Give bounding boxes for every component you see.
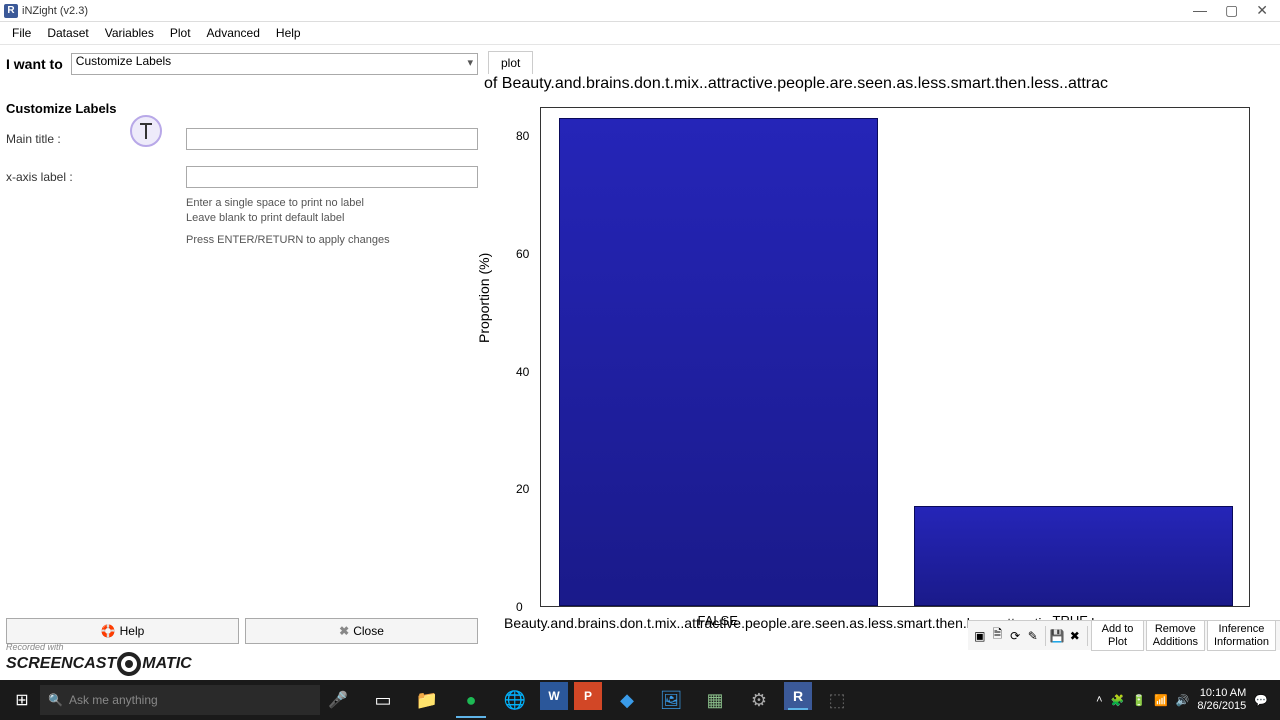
iwant-label: I want to <box>6 56 63 72</box>
spotify-icon[interactable]: ● <box>452 682 490 718</box>
app-icon-2[interactable]: 🖼 <box>652 682 690 718</box>
tray-up-icon[interactable]: ˄ <box>1096 694 1102 706</box>
y-tick: 20 <box>516 482 529 496</box>
cursor-indicator-icon <box>130 115 162 147</box>
plot-panel: plot of Beauty.and.brains.don.t.mix..att… <box>484 45 1280 650</box>
y-tick: 80 <box>516 129 529 143</box>
y-tick: 60 <box>516 247 529 261</box>
menu-variables[interactable]: Variables <box>97 23 162 43</box>
inference-info-button[interactable]: Inference Information <box>1207 620 1276 650</box>
tray-battery-icon[interactable]: 🔋 <box>1132 694 1146 707</box>
app-icon-3[interactable]: ▦ <box>696 682 734 718</box>
help-icon: 🛟 <box>101 624 116 638</box>
menu-help[interactable]: Help <box>268 23 309 43</box>
xaxis-input[interactable] <box>186 166 478 188</box>
iwant-select[interactable]: Customize Labels <box>71 53 478 75</box>
add-to-plot-button[interactable]: Add to Plot <box>1091 620 1143 650</box>
watermark-logo: SCREENCASTMATIC <box>6 652 192 676</box>
left-panel: I want to Customize Labels Customize Lab… <box>0 45 484 650</box>
chrome-icon[interactable]: 🌐 <box>496 682 534 718</box>
app-icon-1[interactable]: ◆ <box>608 682 646 718</box>
plot-tab[interactable]: plot <box>488 51 533 74</box>
menu-dataset[interactable]: Dataset <box>39 23 96 43</box>
word-icon[interactable]: W <box>540 682 568 710</box>
menubar: File Dataset Variables Plot Advanced Hel… <box>0 22 1280 45</box>
maximize-icon[interactable]: ▢ <box>1225 2 1238 19</box>
menu-file[interactable]: File <box>4 23 39 43</box>
y-tick: 40 <box>516 365 529 379</box>
hint-text: Enter a single space to print no label L… <box>0 192 484 252</box>
bar-false <box>559 118 879 606</box>
watermark-recorded: Recorded with <box>6 642 192 652</box>
y-tick: 0 <box>516 600 523 614</box>
edit-icon[interactable]: ✎ <box>1025 625 1041 647</box>
inzight-taskbar-icon[interactable]: R <box>784 682 812 710</box>
xaxis-label: x-axis label : <box>6 170 186 184</box>
tray-clock[interactable]: 10:10 AM 8/26/2015 <box>1197 687 1246 713</box>
start-button[interactable]: ⊞ <box>4 682 40 718</box>
window-title: iNZight (v2.3) <box>22 5 88 17</box>
plot-area <box>540 107 1250 607</box>
file-explorer-icon[interactable]: 📁 <box>408 682 446 718</box>
tray-app-icon[interactable]: 🧩 <box>1111 694 1125 707</box>
help-button[interactable]: 🛟 Help <box>6 618 239 644</box>
close-button[interactable]: ✖ Close <box>245 618 478 644</box>
new-window-icon[interactable]: ▣ <box>972 625 988 647</box>
system-tray: ˄ 🧩 🔋 📶 🔊 10:10 AM 8/26/2015 💬 <box>1096 687 1276 713</box>
close-icon[interactable]: ✕ <box>1256 2 1268 19</box>
menu-plot[interactable]: Plot <box>162 23 199 43</box>
app-icon-4[interactable]: ⚙ <box>740 682 778 718</box>
taskbar-search[interactable]: 🔍 Ask me anything <box>40 685 320 715</box>
y-axis-label: Proportion (%) <box>476 253 492 343</box>
taskbar: ⊞ 🔍 Ask me anything 🎤 ▭ 📁 ● 🌐 W P ◆ 🖼 ▦ … <box>0 680 1280 720</box>
task-view-icon[interactable]: ▭ <box>364 682 402 718</box>
remove-additions-button[interactable]: Remove Additions <box>1146 620 1205 650</box>
app-icon: R <box>4 4 18 18</box>
tray-volume-icon[interactable]: 🔊 <box>1176 694 1190 707</box>
search-icon: 🔍 <box>48 693 63 707</box>
section-header: Customize Labels <box>0 83 484 124</box>
delete-icon[interactable]: ✖ <box>1067 625 1083 647</box>
menu-advanced[interactable]: Advanced <box>199 23 268 43</box>
minimize-icon[interactable]: — <box>1193 2 1207 19</box>
refresh-icon[interactable]: ⟳ <box>1007 625 1023 647</box>
app-icon-5[interactable]: ⬚ <box>818 682 856 718</box>
cortana-mic-icon[interactable]: 🎤 <box>320 682 356 718</box>
titlebar: R iNZight (v2.3) — ▢ ✕ <box>0 0 1280 22</box>
tray-wifi-icon[interactable]: 📶 <box>1154 694 1168 707</box>
main-title-input[interactable] <box>186 128 478 150</box>
save-icon[interactable]: 💾 <box>1049 625 1065 647</box>
close-x-icon: ✖ <box>339 624 349 638</box>
plot-title: of Beauty.and.brains.don.t.mix..attracti… <box>484 75 1280 93</box>
powerpoint-icon[interactable]: P <box>574 682 602 710</box>
bottom-toolbar: ▣ 🗎 ⟳ ✎ 💾 ✖ Add to Plot Remove Additions… <box>968 620 1280 650</box>
bar-true <box>914 506 1234 606</box>
watermark: Recorded with SCREENCASTMATIC <box>6 642 192 676</box>
new-page-icon[interactable]: 🗎 <box>990 625 1006 647</box>
window-controls: — ▢ ✕ <box>1193 2 1276 19</box>
tray-notifications-icon[interactable]: 💬 <box>1254 694 1268 707</box>
